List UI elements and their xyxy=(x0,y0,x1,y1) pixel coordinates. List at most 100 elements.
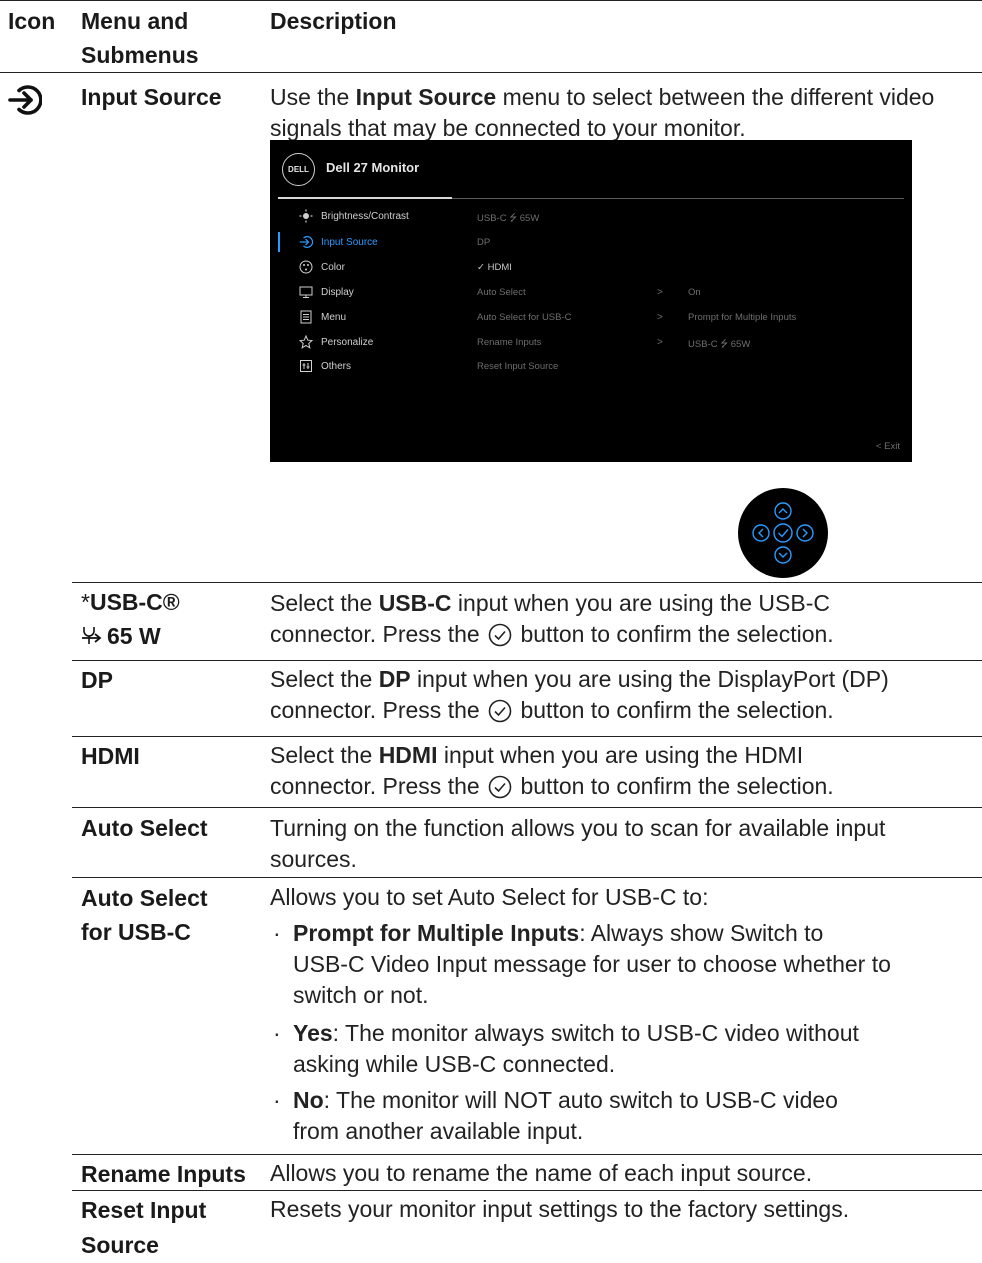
osd-divider-highlight xyxy=(278,197,452,199)
osd-sub-usbc[interactable]: USB-C ⭍ 65W xyxy=(477,211,539,227)
osd-sub-hdmi[interactable]: ✓ HDMI xyxy=(477,262,512,273)
desc-text: button to confirm the selection. xyxy=(514,621,834,647)
color-palette-icon xyxy=(298,259,314,275)
desc-text: input when you are using the HDMI xyxy=(437,742,804,768)
menu-name-input-source: Input Source xyxy=(81,84,222,110)
option-no: No: The monitor will NOT auto switch to … xyxy=(293,1085,973,1147)
desc-bold: HDMI xyxy=(378,742,438,768)
desc-bold: Prompt for Multiple Inputs xyxy=(293,920,580,946)
desc-text: from another available input. xyxy=(293,1118,584,1144)
input-source-description: Use the Input Source menu to select betw… xyxy=(270,82,960,144)
submenu-auto-select-usbc: Auto Select for USB-C xyxy=(81,881,208,949)
desc-text: input when you are using the DisplayPort… xyxy=(410,666,889,692)
osd-value-auto-select: On xyxy=(688,287,701,298)
confirm-check-icon xyxy=(488,775,512,799)
others-icon xyxy=(298,358,314,374)
desc-text: connector. Press the xyxy=(270,697,487,723)
desc-bold: No xyxy=(293,1087,324,1113)
osd-menu-input-source[interactable]: Input Source xyxy=(298,234,378,250)
desc-text: Select the xyxy=(270,590,379,616)
desc-text: asking while USB-C connected. xyxy=(293,1051,616,1077)
submenu-rename-inputs: Rename Inputs xyxy=(81,1161,246,1187)
usbc-power-icon xyxy=(81,619,107,653)
auto-select-description: Turning on the function allows you to sc… xyxy=(270,813,970,875)
desc-text: : The monitor always switch to USB-C vid… xyxy=(332,1020,859,1046)
joystick-controller-icon xyxy=(738,488,828,578)
submenu-label-line1: Reset Input xyxy=(81,1197,207,1223)
osd-menu-display[interactable]: Display xyxy=(298,284,354,300)
submenu-dp: DP xyxy=(81,667,113,693)
usbc-label: USB-C® xyxy=(89,589,180,615)
submenu-usbc: *USB-C® 65 W xyxy=(81,585,180,653)
submenu-label-line2: for USB-C xyxy=(81,919,191,945)
osd-sub-auto-select[interactable]: Auto Select xyxy=(477,287,526,298)
desc-text: connector. Press the xyxy=(270,773,487,799)
header-menu-line2: Submenus xyxy=(81,42,199,68)
osd-menu-label: Color xyxy=(321,261,345,273)
desc-text: USB-C Video Input message for user to ch… xyxy=(293,951,891,977)
osd-menu-label: Personalize xyxy=(321,336,374,348)
desc-text: sources. xyxy=(270,846,357,872)
header-menu: Menu and Submenus xyxy=(81,4,199,72)
desc-text: input when you are using the USB-C xyxy=(451,590,830,616)
auto-select-usbc-intro: Allows you to set Auto Select for USB-C … xyxy=(270,884,709,910)
osd-sub-rename-inputs[interactable]: Rename Inputs xyxy=(477,337,541,348)
desc-bold: USB-C xyxy=(378,590,452,616)
osd-screenshot: DELL Dell 27 Monitor Brightness/Contrast… xyxy=(270,140,912,462)
chevron-right-icon: > xyxy=(657,337,663,348)
desc-text: button to confirm the selection. xyxy=(514,773,834,799)
bullet-dot: · xyxy=(273,1020,281,1046)
dell-logo: DELL xyxy=(282,153,315,186)
osd-sub-reset-input[interactable]: Reset Input Source xyxy=(477,361,558,372)
osd-value-auto-select-usbc: Prompt for Multiple Inputs xyxy=(688,312,797,323)
submenu-label-line1: Auto Select xyxy=(81,885,208,911)
menu-icon xyxy=(298,309,314,325)
osd-menu-others[interactable]: Others xyxy=(298,358,351,374)
osd-divider xyxy=(452,198,904,199)
osd-title: Dell 27 Monitor xyxy=(326,160,420,175)
display-icon xyxy=(298,284,314,300)
desc-text: switch or not. xyxy=(293,982,429,1008)
option-prompt-multiple: Prompt for Multiple Inputs: Always show … xyxy=(293,918,973,1011)
star-icon xyxy=(298,334,314,350)
osd-menu-color[interactable]: Color xyxy=(298,259,345,275)
osd-menu-personalize[interactable]: Personalize xyxy=(298,334,373,350)
desc-text: connector. Press the xyxy=(270,621,487,647)
osd-exit[interactable]: < Exit xyxy=(876,441,900,452)
desc-text: Use the xyxy=(270,84,356,110)
dp-description: Select the DP input when you are using t… xyxy=(270,664,970,726)
desc-text: : Always show Switch to xyxy=(579,920,824,946)
confirm-check-icon xyxy=(488,623,512,647)
input-source-icon xyxy=(8,83,43,117)
osd-menu-label: Menu xyxy=(321,311,347,323)
osd-menu-brightness[interactable]: Brightness/Contrast xyxy=(298,208,409,224)
option-yes: Yes: The monitor always switch to USB-C … xyxy=(293,1018,973,1080)
osd-selection-bar xyxy=(278,232,280,252)
confirm-check-icon xyxy=(488,699,512,723)
desc-text: Select the xyxy=(270,666,379,692)
desc-text: Turning on the function allows you to sc… xyxy=(270,815,886,841)
osd-menu-menu[interactable]: Menu xyxy=(298,309,346,325)
header-description: Description xyxy=(270,8,397,34)
header-icon: Icon xyxy=(8,8,56,34)
desc-text: button to confirm the selection. xyxy=(514,697,834,723)
chevron-right-icon: > xyxy=(657,312,663,323)
bullet-dot: · xyxy=(273,1087,281,1113)
header-menu-line1: Menu and xyxy=(81,8,189,34)
bullet-dot: · xyxy=(273,920,281,946)
desc-bold: DP xyxy=(378,666,411,692)
desc-bold: Input Source xyxy=(355,84,497,110)
osd-menu-label: Others xyxy=(321,360,352,372)
desc-text: Select the xyxy=(270,742,379,768)
osd-menu-label: Brightness/Contrast xyxy=(321,210,409,222)
reset-description: Resets your monitor input settings to th… xyxy=(270,1196,850,1222)
osd-sub-dp[interactable]: DP xyxy=(477,237,490,248)
submenu-label-line2: Source xyxy=(81,1232,159,1258)
brightness-icon xyxy=(298,208,314,224)
osd-sub-auto-select-usbc[interactable]: Auto Select for USB-C xyxy=(477,312,572,323)
submenu-hdmi: HDMI xyxy=(81,743,140,769)
desc-text: : The monitor will NOT auto switch to US… xyxy=(323,1087,838,1113)
desc-bold: Yes xyxy=(293,1020,333,1046)
submenu-auto-select: Auto Select xyxy=(81,815,208,841)
usbc-wattage: 65 W xyxy=(107,623,161,649)
